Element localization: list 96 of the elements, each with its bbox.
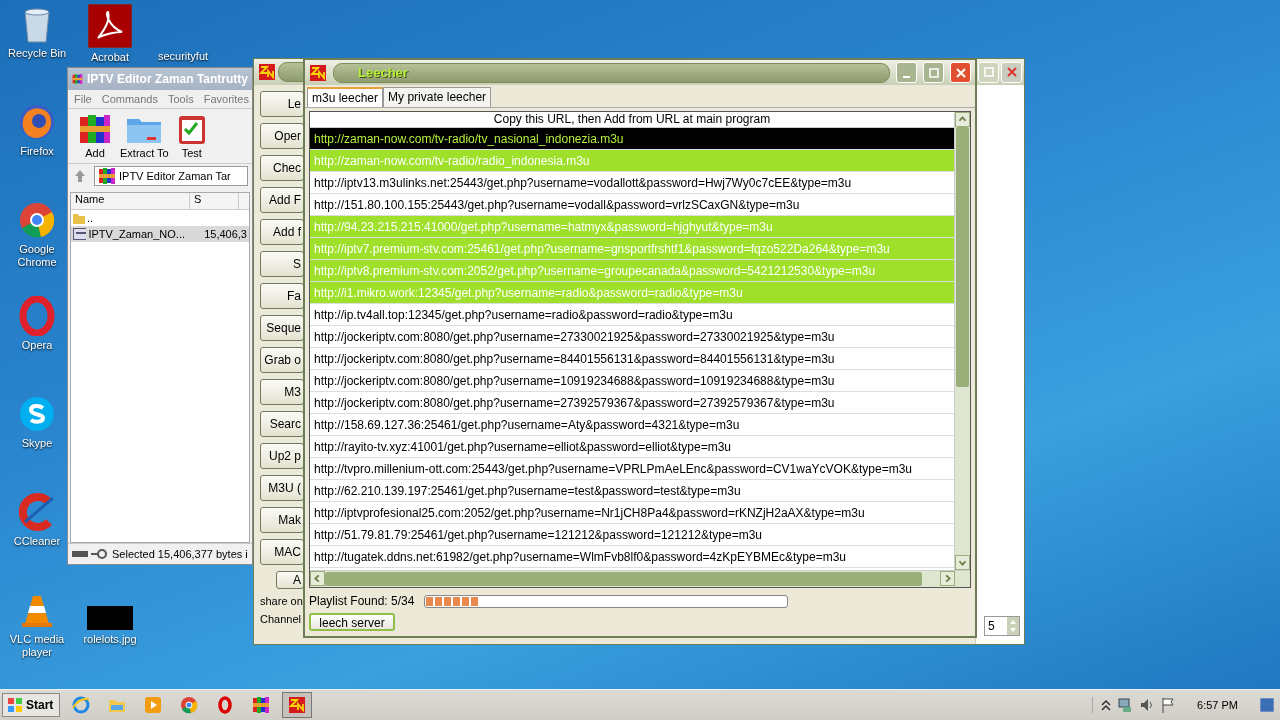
url-row[interactable]: http://zaman-now.com/tv-radio/tv_nasional_indonezia.m3u (310, 128, 954, 151)
maximize-button[interactable] (923, 62, 944, 84)
icon-label[interactable]: CCleaner (13, 535, 61, 548)
button[interactable]: Add F (260, 187, 304, 213)
menu-item[interactable]: File (74, 93, 92, 105)
zn-logo-icon (258, 63, 276, 81)
file-row[interactable]: IPTV_Zaman_NO... 15,406,3 (71, 226, 249, 242)
maximize-icon (928, 67, 939, 78)
windows-logo-icon (7, 697, 23, 713)
acrobat-icon (88, 4, 132, 48)
clock[interactable]: 6:57 PM (1197, 699, 1238, 711)
drive-key-icon (72, 549, 108, 559)
icon-label[interactable]: Opera (21, 339, 53, 352)
window-title: Leecher (358, 65, 408, 81)
minimize-button[interactable] (896, 62, 917, 84)
icon-label[interactable]: Google Chrome (0, 243, 74, 269)
status-text: Playlist Found: 5/34 (309, 594, 415, 608)
zn-logo-icon[interactable] (288, 696, 307, 714)
share-label: share on (260, 595, 304, 607)
firefox-icon (17, 102, 57, 142)
tab[interactable]: My private leecher (383, 87, 492, 108)
file-row[interactable]: .. (71, 210, 249, 226)
button[interactable]: A (276, 571, 304, 589)
menu-item[interactable]: Favorites (203, 93, 249, 105)
spinner-value: 5 (988, 619, 995, 633)
button[interactable]: Grab o (260, 347, 304, 373)
file-icon (73, 228, 87, 240)
start-button[interactable]: Start (2, 693, 61, 717)
number-spinner[interactable]: 5 (984, 616, 1020, 636)
vertical-scrollbar[interactable] (954, 112, 970, 570)
file-name: IPTV_Zaman_NO... (88, 228, 185, 240)
icon-label[interactable]: Firefox (20, 145, 54, 158)
button[interactable]: Add f (260, 219, 304, 245)
menu-item[interactable]: Commands (101, 93, 158, 105)
button[interactable]: M3 (260, 379, 304, 405)
internet-explorer-icon[interactable] (72, 696, 91, 714)
button[interactable]: Seque (260, 315, 304, 341)
play-icon[interactable] (144, 696, 163, 714)
horizontal-scrollbar[interactable] (310, 570, 970, 587)
scroll-up-icon[interactable] (955, 112, 970, 128)
file-size: 15,406,3 (204, 228, 247, 240)
clipboard-icon (176, 113, 207, 145)
close-button[interactable] (950, 62, 971, 84)
toolbar-button[interactable]: Add (78, 113, 112, 159)
taskbar-button[interactable] (282, 692, 313, 718)
close-button[interactable] (1001, 61, 1022, 83)
channel-label: Channel (260, 613, 302, 625)
zn-logo-icon (309, 63, 327, 82)
close-icon (1006, 67, 1017, 77)
close-icon (955, 67, 966, 78)
icon-label[interactable]: securityfut (157, 50, 209, 63)
folder-icon (73, 212, 85, 224)
button[interactable]: M3U ( (260, 475, 304, 501)
scroll-left-icon[interactable] (310, 571, 325, 586)
scroll-right-icon[interactable] (940, 571, 955, 586)
button[interactable]: Oper (260, 123, 304, 149)
opera-icon (17, 296, 57, 336)
button[interactable]: Chec (260, 155, 304, 181)
image-thumbnail-icon (87, 606, 133, 630)
tab[interactable]: m3u leecher (307, 87, 384, 108)
status-text: Selected 15,406,377 bytes i (112, 548, 248, 560)
column-header[interactable]: S (190, 193, 239, 209)
button[interactable]: Fa (260, 283, 304, 309)
toolbar-button[interactable]: Extract To (120, 113, 169, 159)
button[interactable]: Mak (260, 507, 304, 533)
icon-label[interactable]: Skype (21, 437, 53, 450)
button[interactable]: S (260, 251, 304, 277)
winrar-icon[interactable] (252, 696, 271, 714)
spin-arrows-icon (1007, 617, 1019, 635)
ccleaner-icon (17, 492, 57, 532)
maximize-icon (983, 67, 994, 77)
menu-item[interactable]: Tools (168, 93, 194, 105)
file-name: .. (87, 212, 94, 224)
path-field[interactable]: IPTV Editor Zaman Tar (94, 166, 248, 186)
flag-icon[interactable] (1161, 697, 1176, 713)
chrome-icon (17, 200, 57, 240)
scroll-down-icon[interactable] (955, 555, 970, 570)
network-icon[interactable] (1117, 697, 1134, 713)
button[interactable]: Searc (260, 411, 304, 437)
icon-label[interactable]: Acrobat (91, 51, 129, 64)
minimize-icon (903, 75, 910, 78)
skype-icon (17, 394, 57, 434)
button[interactable]: Up2 p (260, 443, 304, 469)
icon-label[interactable]: Recycle Bin (7, 47, 67, 60)
chrome-icon[interactable] (180, 696, 199, 714)
chevron-up-icon[interactable] (1101, 699, 1112, 711)
button[interactable]: Le (260, 91, 304, 117)
opera-icon[interactable] (216, 696, 235, 714)
winrar-icon[interactable] (98, 167, 116, 185)
button[interactable]: MAC (260, 539, 304, 565)
leech-server-button[interactable]: leech server (309, 613, 395, 631)
up-arrow-icon[interactable] (72, 168, 88, 184)
books-icon (78, 113, 112, 145)
column-header[interactable]: Name (71, 193, 190, 209)
window-title: IPTV Editor Zaman Tantrutty (86, 72, 248, 86)
toolbar-button[interactable]: Test (176, 113, 207, 159)
